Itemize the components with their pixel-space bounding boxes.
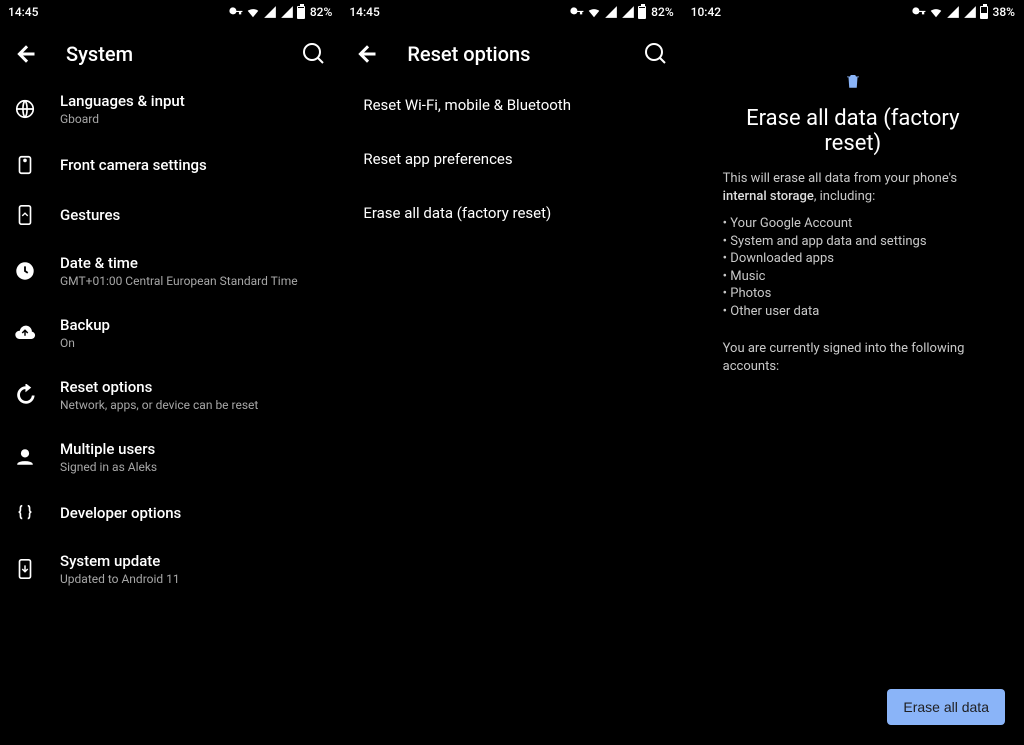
battery-icon [297, 6, 305, 19]
languages-input-item[interactable]: Languages & input Gboard [0, 78, 340, 140]
bullet: Downloaded apps [723, 250, 983, 268]
front-camera-item[interactable]: Front camera settings [0, 140, 340, 190]
battery-icon [638, 6, 646, 19]
item-title: Gestures [60, 206, 120, 224]
status-bar: 14:45 82% [0, 0, 340, 24]
item-subtitle: Gboard [60, 112, 185, 126]
item-title: Developer options [60, 504, 181, 522]
wifi-icon [587, 5, 601, 19]
signal2-icon [963, 5, 977, 19]
item-title: Date & time [60, 254, 298, 272]
person-icon [14, 446, 36, 468]
bullet: System and app data and settings [723, 233, 983, 251]
restore-icon [14, 384, 36, 406]
status-time: 10:42 [691, 5, 721, 19]
signal-icon [604, 5, 618, 19]
accounts-note: You are currently signed into the follow… [723, 340, 983, 375]
system-update-item[interactable]: System update Updated to Android 11 [0, 538, 340, 600]
signal-icon [263, 5, 277, 19]
trash-icon [844, 70, 862, 92]
vpn-key-icon [570, 5, 584, 19]
status-indicators: 38% [912, 5, 1015, 19]
search-button[interactable] [302, 42, 326, 66]
erase-all-data-button[interactable]: Erase all data [887, 689, 1005, 725]
status-bar: 10:42 38% [683, 0, 1023, 24]
erase-body: This will erase all data from your phone… [723, 170, 983, 375]
item-subtitle: Network, apps, or device can be reset [60, 398, 258, 412]
item-subtitle: GMT+01:00 Central European Standard Time [60, 274, 298, 288]
erase-intro: This will erase all data from your phone… [723, 170, 983, 205]
back-button[interactable] [355, 42, 379, 66]
screen-erase-all-data: 10:42 38% Erase all data (factory reset) [683, 0, 1024, 745]
front-camera-icon [14, 154, 36, 176]
item-title: Backup [60, 316, 110, 334]
clock-icon [14, 260, 36, 282]
back-button[interactable] [14, 42, 38, 66]
globe-icon [14, 98, 36, 120]
bullet: Photos [723, 285, 983, 303]
erase-footer: Erase all data [683, 689, 1023, 745]
bullet: Other user data [723, 303, 983, 321]
system-update-icon [14, 558, 36, 580]
page-title: System [66, 42, 274, 66]
cloud-upload-icon [14, 322, 36, 344]
gestures-icon [14, 204, 36, 226]
wifi-icon [246, 5, 260, 19]
developer-options-item[interactable]: Developer options [0, 488, 340, 538]
multiple-users-item[interactable]: Multiple users Signed in as Aleks [0, 426, 340, 488]
screen-reset-options: 14:45 82% Reset options Reset [341, 0, 682, 745]
item-subtitle: Signed in as Aleks [60, 460, 157, 474]
erase-all-data-item[interactable]: Erase all data (factory reset) [341, 186, 681, 240]
signal2-icon [621, 5, 635, 19]
gestures-item[interactable]: Gestures [0, 190, 340, 240]
erase-bullets: Your Google Account System and app data … [723, 215, 983, 320]
battery-percent: 82% [651, 5, 673, 19]
status-indicators: 82% [570, 5, 673, 19]
reset-app-prefs-item[interactable]: Reset app preferences [341, 132, 681, 186]
item-subtitle: Updated to Android 11 [60, 572, 180, 586]
backup-item[interactable]: Backup On [0, 302, 340, 364]
status-indicators: 82% [229, 5, 332, 19]
battery-icon [980, 6, 988, 19]
system-settings-list: Languages & input Gboard Front camera se… [0, 78, 340, 600]
status-time: 14:45 [349, 5, 379, 19]
battery-percent: 38% [993, 5, 1015, 19]
app-bar: System [0, 24, 340, 78]
erase-content: Erase all data (factory reset) This will… [683, 24, 1023, 689]
erase-title: Erase all data (factory reset) [723, 106, 983, 156]
app-bar: Reset options [341, 24, 681, 78]
reset-wifi-item[interactable]: Reset Wi-Fi, mobile & Bluetooth [341, 78, 681, 132]
signal-icon [946, 5, 960, 19]
item-title: Languages & input [60, 92, 185, 110]
reset-options-list: Reset Wi-Fi, mobile & Bluetooth Reset ap… [341, 78, 681, 240]
bullet: Your Google Account [723, 215, 983, 233]
page-title: Reset options [407, 42, 615, 66]
item-title: System update [60, 552, 180, 570]
date-time-item[interactable]: Date & time GMT+01:00 Central European S… [0, 240, 340, 302]
item-title: Front camera settings [60, 156, 207, 174]
vpn-key-icon [229, 5, 243, 19]
item-title: Reset options [60, 378, 258, 396]
battery-percent: 82% [310, 5, 332, 19]
item-title: Multiple users [60, 440, 157, 458]
vpn-key-icon [912, 5, 926, 19]
item-subtitle: On [60, 336, 110, 350]
reset-options-item[interactable]: Reset options Network, apps, or device c… [0, 364, 340, 426]
status-time: 14:45 [8, 5, 38, 19]
bullet: Music [723, 268, 983, 286]
braces-icon [14, 502, 36, 524]
status-bar: 14:45 82% [341, 0, 681, 24]
wifi-icon [929, 5, 943, 19]
screen-system: 14:45 82% System [0, 0, 341, 745]
signal2-icon [280, 5, 294, 19]
search-button[interactable] [644, 42, 668, 66]
